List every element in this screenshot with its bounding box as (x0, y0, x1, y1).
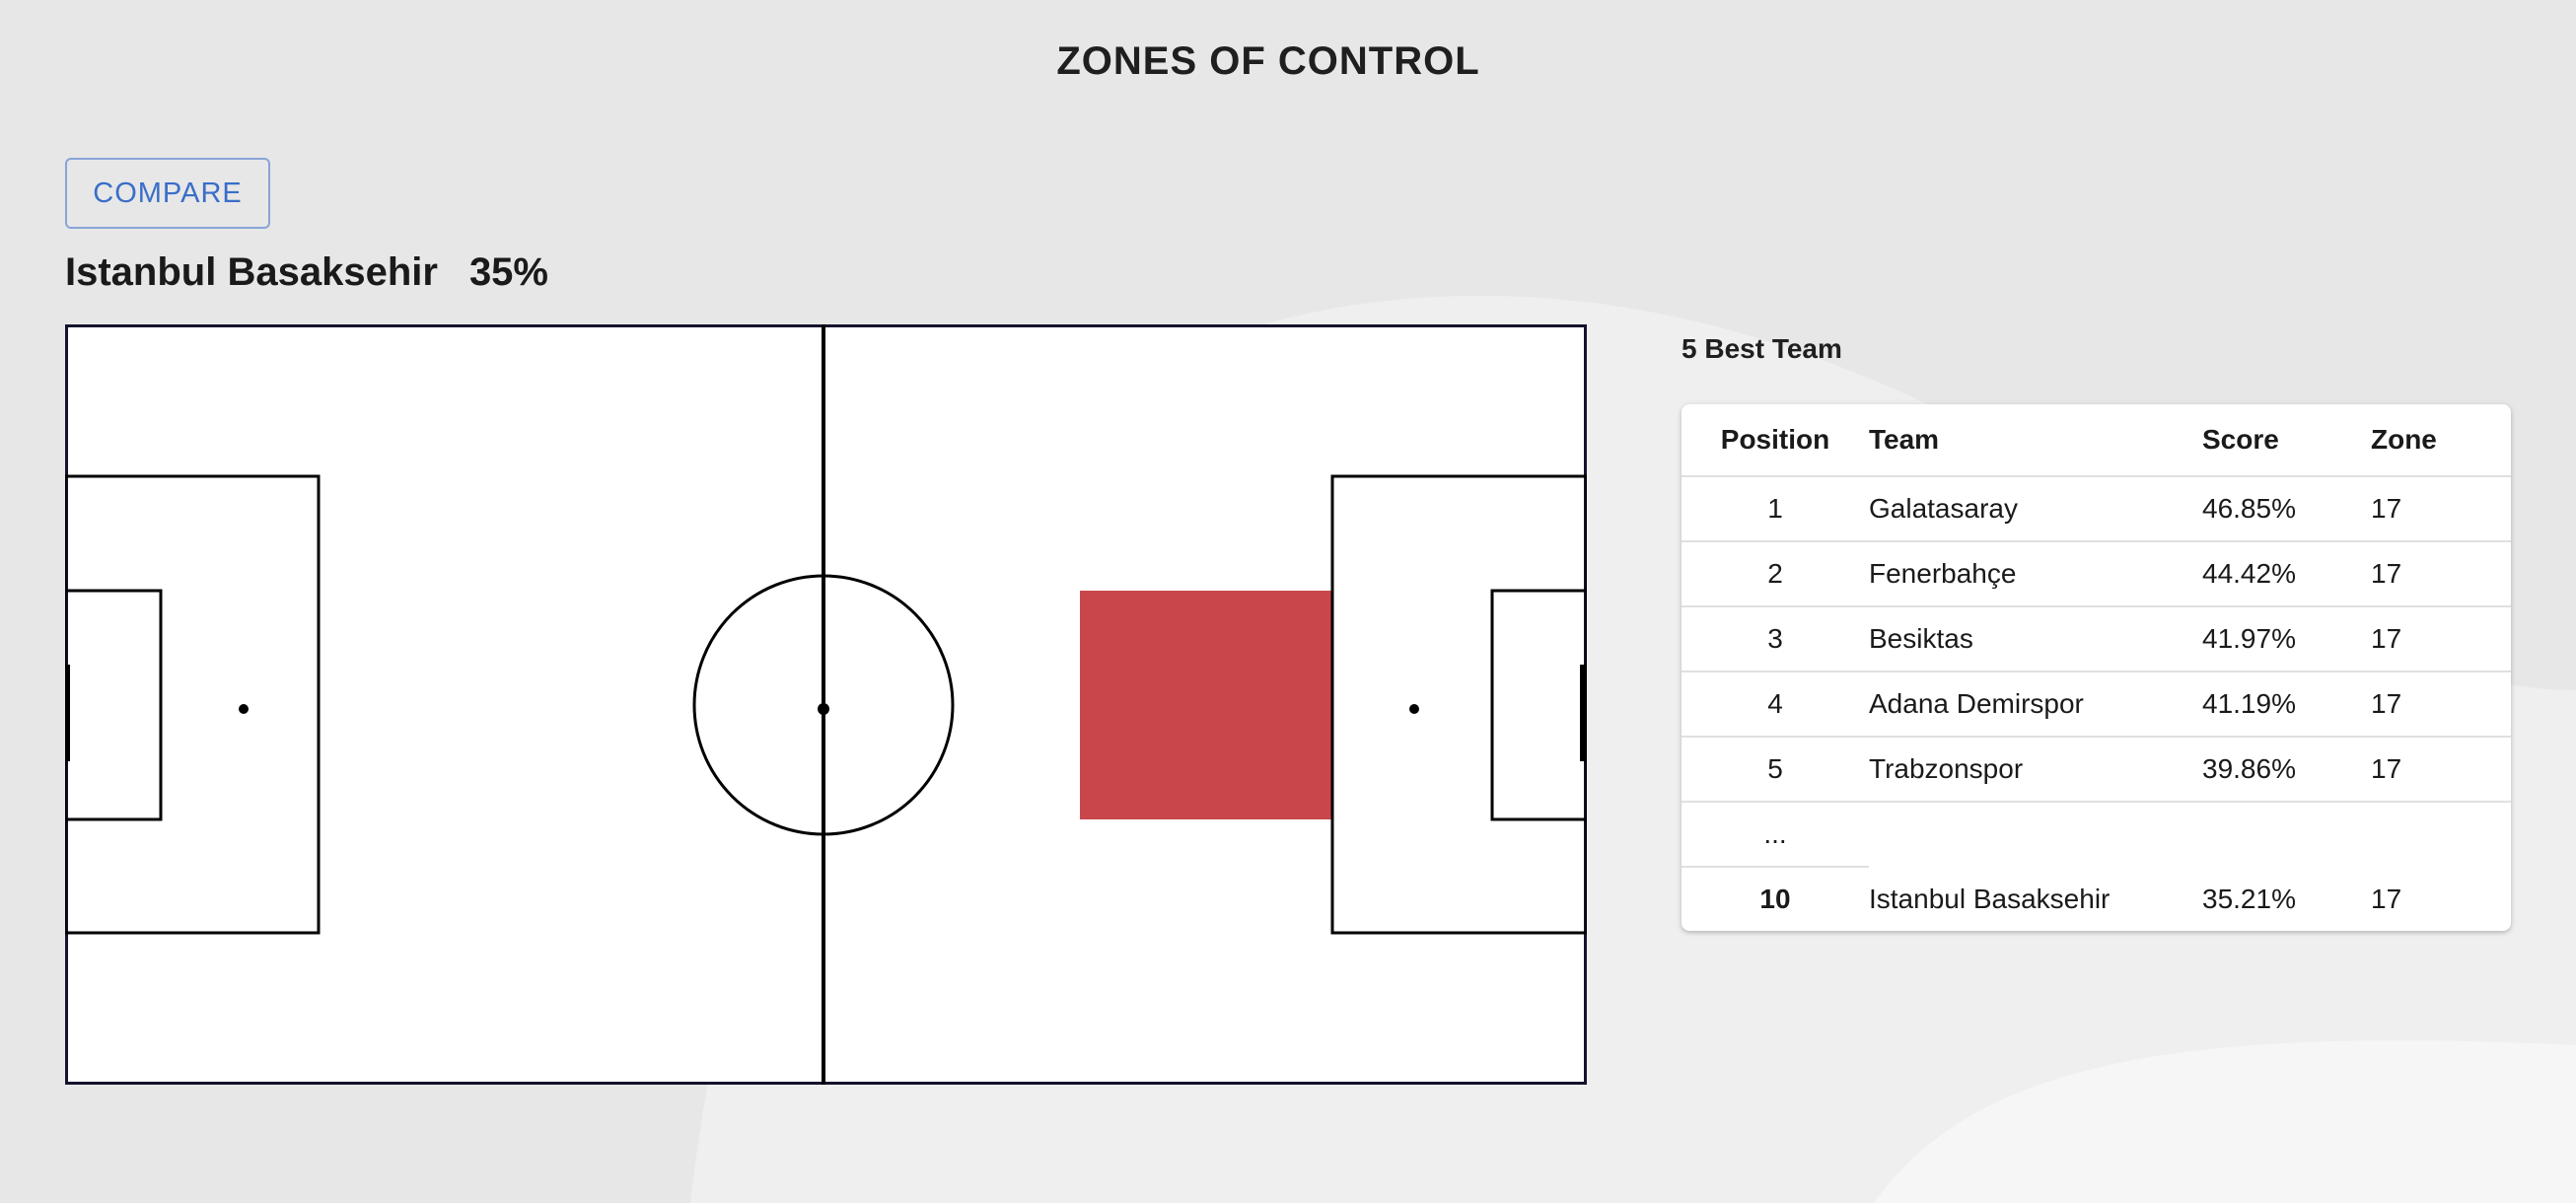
cell-position: 4 (1682, 672, 1869, 738)
right-goal-box (1490, 589, 1587, 821)
column-header-team: Team (1869, 404, 2202, 477)
football-pitch (65, 324, 1587, 1085)
column-header-position: Position (1682, 404, 1869, 477)
cell-score: 35.21% (2202, 883, 2296, 914)
left-goal (65, 665, 70, 761)
right-goal (1580, 665, 1587, 761)
center-spot (818, 703, 829, 715)
cell-position: 3 (1682, 606, 1869, 672)
cell-position: 10 (1759, 884, 1791, 914)
cell-zone: 17 (2371, 476, 2511, 542)
table-row: 3 Besiktas 41.97% 17 (1682, 606, 2511, 672)
left-penalty-box (65, 474, 321, 935)
left-penalty-spot (239, 704, 249, 714)
table-header-row: Position Team Score Zone (1682, 404, 2511, 477)
cell-score: 41.19% (2202, 672, 2371, 738)
table-row: 2 Fenerbahçe 44.42% 17 (1682, 541, 2511, 607)
cell-team: Trabzonspor (1869, 737, 2202, 803)
page-title: ZONES OF CONTROL (1056, 39, 1480, 83)
right-penalty-box (1330, 474, 1587, 935)
cell-score: 44.42% (2202, 541, 2371, 607)
cell-team: Fenerbahçe (1869, 541, 2202, 607)
current-team-row: 10 Istanbul Basaksehir 35.21% 17 (1682, 867, 2511, 931)
cell-team: Adana Demirspor (1869, 672, 2202, 738)
cell-team: Besiktas (1869, 606, 2202, 672)
cell-position: 5 (1682, 737, 1869, 803)
cell-zone: 17 (2371, 737, 2511, 803)
ellipsis-row: ... (1682, 802, 2511, 868)
table-row: 5 Trabzonspor 39.86% 17 (1682, 737, 2511, 803)
table-row: 4 Adana Demirspor 41.19% 17 (1682, 672, 2511, 738)
selected-team-heading: Istanbul Basaksehir 35% (65, 250, 548, 295)
cell-zone: 17 (2371, 672, 2511, 738)
best-teams-title: 5 Best Team (1682, 333, 1842, 364)
cell-zone: 17 (2371, 606, 2511, 672)
best-teams-table: Position Team Score Zone 1 Galatasaray 4… (1682, 404, 2511, 931)
left-goal-box (65, 589, 163, 821)
cell-zone: 17 (2371, 541, 2511, 607)
ellipsis-cell: ... (1682, 802, 1869, 868)
selected-team-percent: 35% (468, 250, 548, 294)
table-row: 1 Galatasaray 46.85% 17 (1682, 476, 2511, 542)
selected-team-name: Istanbul Basaksehir (65, 250, 438, 294)
cell-score: 39.86% (2202, 737, 2371, 803)
cell-position: 1 (1682, 476, 1869, 542)
pitch-svg (65, 324, 1587, 1085)
highlighted-zone (1080, 591, 1332, 819)
cell-score: 41.97% (2202, 606, 2371, 672)
cell-score: 46.85% (2202, 476, 2371, 542)
column-header-zone: Zone (2371, 404, 2511, 477)
cell-team: Galatasaray (1869, 476, 2202, 542)
best-teams-table-card: Position Team Score Zone 1 Galatasaray 4… (1682, 404, 2511, 931)
cell-zone: 17 (2371, 883, 2402, 914)
cell-position: 2 (1682, 541, 1869, 607)
cell-team: Istanbul Basaksehir (1869, 883, 2111, 914)
right-penalty-spot (1409, 704, 1419, 714)
compare-button[interactable]: COMPARE (65, 158, 270, 229)
column-header-score: Score (2202, 404, 2371, 477)
